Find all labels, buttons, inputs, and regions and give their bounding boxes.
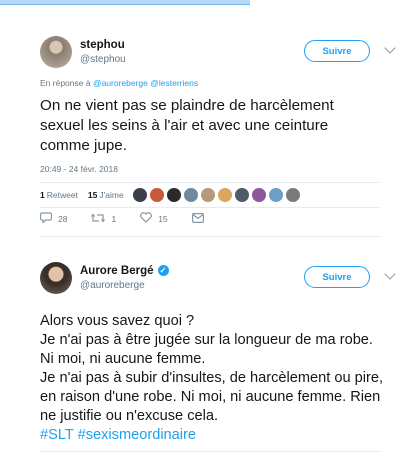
- tweet-header: Aurore Bergé ✓ @auroreberge Suivre: [40, 262, 400, 302]
- author-name-text: Aurore Bergé: [80, 265, 154, 277]
- retweet-icon: [91, 213, 106, 226]
- reply-icon: [39, 212, 53, 226]
- liker-avatar[interactable]: [199, 187, 216, 203]
- avatar[interactable]: [40, 262, 72, 294]
- author-name[interactable]: Aurore Bergé ✓: [80, 265, 169, 277]
- liker-avatar[interactable]: [148, 187, 165, 203]
- tweet-stats: 1 Retweet 15 J'aime: [40, 183, 400, 207]
- tweet-text: Alors vous savez quoi ? Je n'ai pas à êt…: [40, 313, 384, 424]
- envelope-icon: [191, 212, 204, 226]
- tweet-actions: 28 1 15: [39, 208, 400, 230]
- tweet-header: stephou @stephou Suivre: [40, 36, 400, 76]
- top-selection-strip: [0, 0, 250, 5]
- liker-avatar[interactable]: [284, 187, 301, 203]
- tweet-text: On ne vient pas se plaindre de harcèleme…: [40, 97, 334, 154]
- liker-avatar[interactable]: [131, 187, 148, 203]
- avatar[interactable]: [40, 36, 72, 68]
- follow-button[interactable]: Suivre: [304, 266, 370, 288]
- author-handle[interactable]: @auroreberge: [80, 280, 145, 291]
- divider: [40, 451, 380, 452]
- liker-avatar[interactable]: [182, 187, 199, 203]
- retweets-count[interactable]: 1: [40, 190, 45, 200]
- likers-avatars[interactable]: [131, 187, 302, 203]
- likes-count[interactable]: 15: [88, 190, 97, 200]
- heart-icon: [140, 212, 153, 226]
- like-action-count: 15: [158, 214, 168, 224]
- reply-prefix: En réponse à: [40, 78, 91, 88]
- verified-badge-icon: ✓: [157, 265, 169, 276]
- liker-avatar[interactable]: [233, 187, 250, 203]
- reply-context: En réponse à @auroreberge @lesterriens: [40, 78, 400, 88]
- retweet-button[interactable]: 1: [91, 213, 116, 226]
- reply-button[interactable]: 28: [39, 212, 68, 226]
- follow-button[interactable]: Suivre: [304, 40, 370, 62]
- author-name[interactable]: stephou: [80, 39, 125, 51]
- liker-avatar[interactable]: [250, 187, 267, 203]
- reply-count: 28: [58, 214, 68, 224]
- chevron-down-icon[interactable]: [384, 42, 396, 54]
- tweet-stephou: stephou @stephou Suivre En réponse à @au…: [39, 36, 400, 237]
- liker-avatar[interactable]: [216, 187, 233, 203]
- chevron-down-icon[interactable]: [384, 268, 396, 280]
- tweet-aurore-berge: Aurore Bergé ✓ @auroreberge Suivre Alors …: [40, 262, 400, 452]
- tweet-timestamp[interactable]: 20:49 - 24 févr. 2018: [40, 164, 400, 174]
- message-button[interactable]: [191, 212, 210, 226]
- divider: [40, 236, 380, 237]
- retweets-label[interactable]: Retweet: [47, 190, 78, 200]
- author-handle[interactable]: @stephou: [80, 54, 126, 65]
- liker-avatar[interactable]: [267, 187, 284, 203]
- like-button[interactable]: 15: [140, 212, 168, 226]
- reply-mentions[interactable]: @auroreberge @lesterriens: [93, 78, 198, 88]
- hashtags[interactable]: #SLT #sexismeordinaire: [40, 426, 400, 445]
- liker-avatar[interactable]: [165, 187, 182, 203]
- likes-label[interactable]: J'aime: [99, 190, 123, 200]
- retweet-action-count: 1: [111, 214, 117, 224]
